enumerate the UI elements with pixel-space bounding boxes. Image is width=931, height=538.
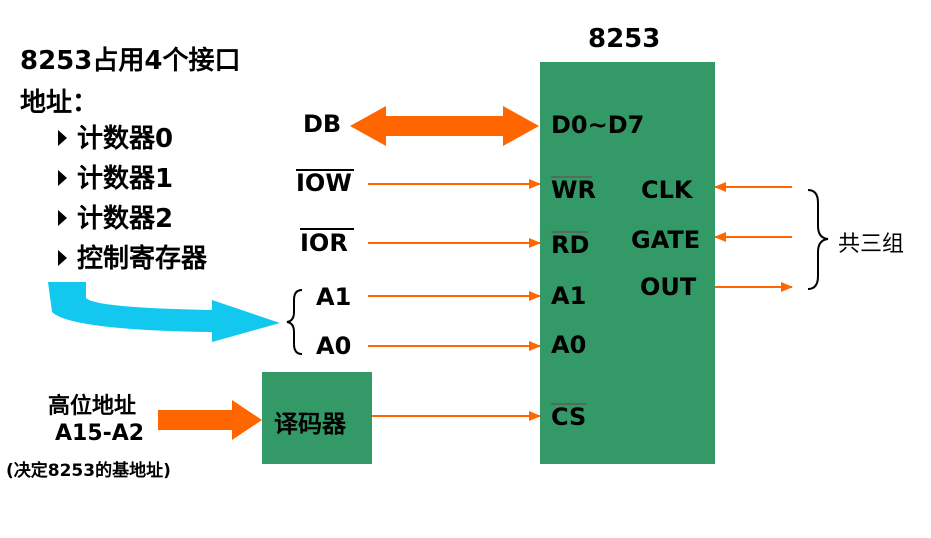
group-brace <box>807 189 829 290</box>
high-addr-arrow <box>158 400 262 440</box>
cyan-curved-arrow <box>48 282 280 342</box>
address-brace <box>286 289 303 355</box>
connection-arrows <box>48 106 829 440</box>
db-bidirectional-arrow <box>350 106 539 146</box>
